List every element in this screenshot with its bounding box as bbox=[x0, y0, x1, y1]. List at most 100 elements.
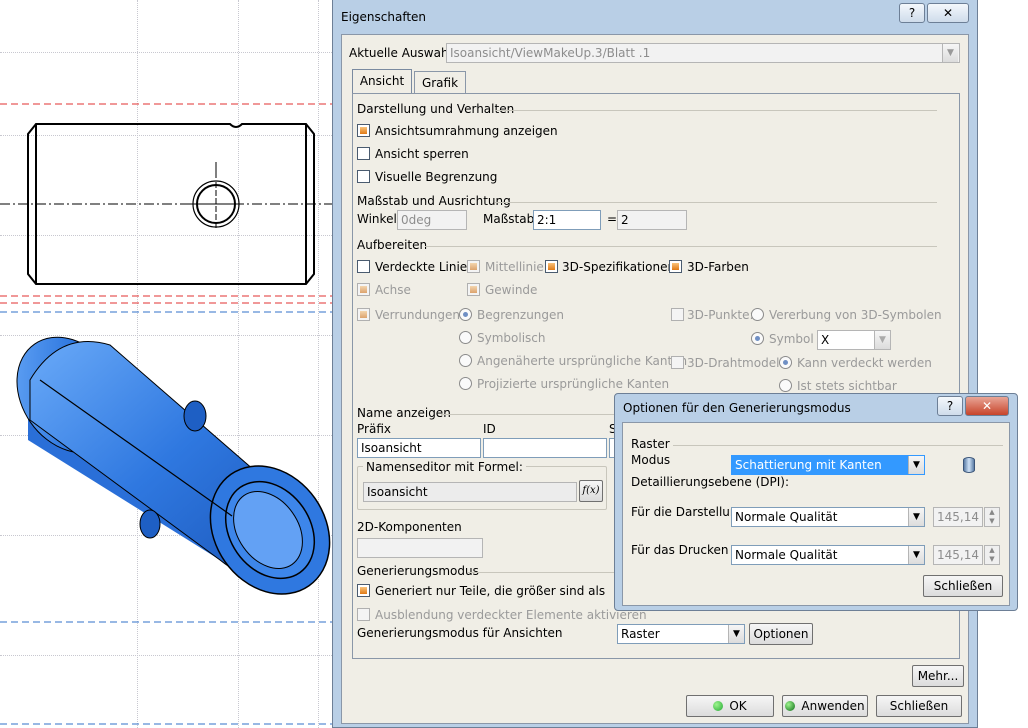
apply-button[interactable]: Anwenden bbox=[782, 695, 868, 717]
symbol-radio bbox=[751, 332, 764, 345]
visual-clip-checkbox[interactable] bbox=[357, 170, 370, 183]
id-field[interactable] bbox=[483, 438, 607, 458]
fillets-label: Verrundungen: bbox=[375, 308, 465, 322]
close-dialog-button[interactable]: Schließen bbox=[876, 695, 962, 717]
formula-field: Isoansicht bbox=[363, 482, 577, 502]
hidden-lines-checkbox[interactable] bbox=[357, 260, 370, 273]
inherit-symbols-label: Vererbung von 3D-Symbolen bbox=[769, 308, 942, 322]
chevron-down-icon[interactable]: ▼ bbox=[942, 44, 958, 62]
scale-label: Maßstab: bbox=[483, 212, 539, 226]
part-drawing bbox=[0, 103, 336, 725]
drawing-canvas[interactable] bbox=[0, 0, 336, 728]
chevron-down-icon: ▼ bbox=[874, 331, 890, 349]
boundaries-label: Begrenzungen bbox=[477, 308, 565, 322]
popup-title: Optionen für den Generierungsmodus bbox=[623, 401, 851, 415]
print-quality-label: Für das Drucken bbox=[631, 543, 729, 557]
approx-edges-label: Angenäherte ursprüngliche Kanten bbox=[477, 354, 688, 368]
spinner-icon[interactable]: ▲ ▼ bbox=[984, 507, 1000, 527]
display-quality-select[interactable]: Normale Qualität bbox=[731, 507, 925, 527]
symbolic-label: Symbolisch bbox=[477, 331, 546, 345]
gen-mode-select[interactable]: Raster bbox=[617, 624, 745, 644]
chevron-down-icon[interactable]: ▼ bbox=[908, 508, 924, 526]
divider bbox=[495, 110, 937, 111]
3d-points-checkbox bbox=[671, 308, 684, 321]
projected-edges-label: Projizierte ursprüngliche Kanten bbox=[477, 377, 670, 391]
equals-sign: = bbox=[607, 212, 618, 226]
chevron-down-icon[interactable]: ▼ bbox=[908, 546, 924, 564]
3d-colors-label: 3D-Farben bbox=[687, 260, 749, 274]
lock-checkbox-label: Ansicht sperren bbox=[375, 147, 469, 161]
thread-label: Gewinde bbox=[485, 283, 538, 297]
lock-checkbox[interactable] bbox=[357, 147, 370, 160]
formula-button[interactable]: f(x) bbox=[579, 480, 603, 502]
section-display: Darstellung und Verhalten bbox=[357, 102, 515, 116]
components-label: 2D-Komponenten bbox=[357, 520, 462, 534]
section-dress: Aufbereiten bbox=[357, 238, 428, 252]
hidden-lines-label: Verdeckte Linien bbox=[375, 260, 475, 274]
properties-dialog: Eigenschaften ? ✕ Aktuelle Auswahl: Isoa… bbox=[332, 0, 978, 728]
angle-label: Winkel: bbox=[357, 212, 401, 226]
visual-clip-checkbox-label: Visuelle Begrenzung bbox=[375, 170, 498, 184]
can-be-hidden-label: Kann verdeckt werden bbox=[797, 356, 932, 370]
more-button[interactable]: Mehr... bbox=[912, 665, 964, 687]
detail-label: Detaillierungsebene (DPI): bbox=[631, 475, 790, 489]
scale-field[interactable]: 2:1 bbox=[533, 210, 601, 230]
ok-button[interactable]: OK bbox=[686, 695, 774, 717]
3d-points-label: 3D-Punkte: bbox=[687, 308, 754, 322]
help-button[interactable]: ? bbox=[899, 3, 925, 23]
current-selection-field: Isoansicht/ViewMakeUp.3/Blatt .1 bbox=[446, 43, 960, 63]
mode-select[interactable]: Schattierung mit Kanten bbox=[731, 455, 925, 475]
prefix-field[interactable]: Isoansicht bbox=[357, 438, 481, 458]
3d-wireframe-label: 3D-Drahtmodell bbox=[687, 356, 783, 370]
display-dpi-field: 145,14 bbox=[933, 507, 983, 527]
divider bbox=[425, 246, 937, 247]
popup-close-button[interactable]: Schließen bbox=[923, 575, 1003, 597]
generation-options-dialog: Optionen für den Generierungsmodus ? ✕ R… bbox=[614, 393, 1018, 611]
angle-field: 0deg bbox=[397, 210, 467, 230]
dialog-body: Aktuelle Auswahl: Isoansicht/ViewMakeUp.… bbox=[341, 34, 969, 724]
green-light-icon bbox=[713, 701, 724, 711]
formula-group-label: Namenseditor mit Formel: bbox=[363, 460, 526, 474]
chevron-down-icon[interactable]: ▼ bbox=[728, 625, 744, 643]
3d-wireframe-checkbox bbox=[671, 356, 684, 369]
section-name: Name anzeigen bbox=[357, 406, 451, 420]
close-button[interactable]: ✕ bbox=[927, 3, 969, 23]
database-icon bbox=[963, 457, 975, 473]
scale-result-field: 2 bbox=[617, 210, 687, 230]
inherit-symbols-radio bbox=[751, 308, 764, 321]
section-raster: Raster bbox=[631, 437, 670, 451]
print-quality-select[interactable]: Normale Qualität bbox=[731, 545, 925, 565]
approx-edges-radio bbox=[459, 354, 472, 367]
options-button[interactable]: Optionen bbox=[749, 623, 813, 645]
3d-colors-checkbox[interactable] bbox=[669, 260, 682, 273]
divider bbox=[467, 572, 617, 573]
tab-ansicht[interactable]: Ansicht bbox=[352, 69, 412, 95]
popup-body: Raster Modus Schattierung mit Kanten ▼ D… bbox=[622, 422, 1010, 606]
hide-elements-checkbox bbox=[357, 608, 370, 621]
frame-checkbox[interactable] bbox=[357, 124, 370, 137]
3d-spec-label: 3D-Spezifikationen bbox=[562, 260, 676, 274]
symbolic-radio bbox=[459, 331, 472, 344]
gen-only-parts-checkbox[interactable] bbox=[357, 584, 370, 597]
axis-checkbox bbox=[357, 283, 370, 296]
section-generation: Generierungsmodus bbox=[357, 564, 479, 578]
always-visible-label: Ist stets sichtbar bbox=[797, 379, 897, 393]
center-line-label: Mittellinie bbox=[485, 260, 544, 274]
can-be-hidden-radio bbox=[779, 356, 792, 369]
close-button[interactable]: ✕ bbox=[965, 396, 1009, 416]
mode-label: Modus bbox=[631, 453, 671, 467]
3d-spec-checkbox[interactable] bbox=[545, 260, 558, 273]
tab-grafik[interactable]: Grafik bbox=[414, 71, 466, 95]
divider bbox=[495, 202, 937, 203]
current-selection-label: Aktuelle Auswahl: bbox=[349, 46, 456, 60]
components-field bbox=[357, 538, 483, 558]
spinner-icon[interactable]: ▲ ▼ bbox=[984, 545, 1000, 565]
prefix-label: Präfix bbox=[357, 422, 391, 436]
divider bbox=[673, 445, 1003, 446]
id-label: ID bbox=[483, 422, 496, 436]
gen-mode-label: Generierungsmodus für Ansichten bbox=[357, 626, 563, 640]
frame-checkbox-label: Ansichtsumrahmung anzeigen bbox=[375, 124, 558, 138]
chevron-down-icon[interactable]: ▼ bbox=[908, 456, 924, 474]
display-quality-label: Für die Darstellung bbox=[631, 505, 746, 519]
help-button[interactable]: ? bbox=[937, 396, 963, 416]
